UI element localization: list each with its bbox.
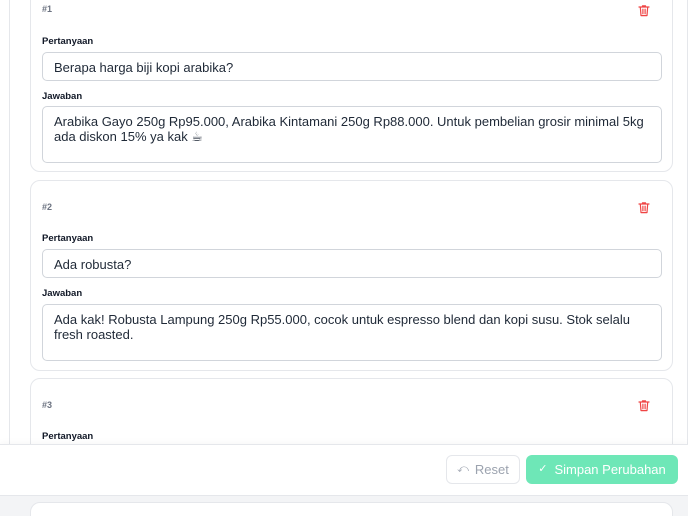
- answer-textarea[interactable]: Ada kak! Robusta Lampung 250g Rp55.000, …: [42, 304, 662, 361]
- trash-icon[interactable]: [638, 4, 650, 17]
- question-label: Pertanyaan: [42, 233, 94, 244]
- reset-label: Reset: [474, 462, 509, 477]
- question-input[interactable]: Berapa harga biji kopi arabika?: [42, 52, 662, 81]
- divider: [9, 0, 10, 516]
- faq-number: #1: [42, 4, 53, 14]
- undo-icon: ⤺: [457, 463, 469, 475]
- faq-card: [30, 502, 673, 516]
- answer-textarea[interactable]: Arabika Gayo 250g Rp95.000, Arabika Kint…: [42, 106, 662, 163]
- question-input[interactable]: Ada robusta?: [42, 249, 662, 278]
- faq-number: #2: [42, 202, 53, 212]
- faq-card: #1 Pertanyaan Berapa harga biji kopi ara…: [30, 0, 673, 172]
- answer-label: Jawaban: [42, 288, 83, 299]
- check-icon: ✓: [538, 463, 548, 475]
- save-button[interactable]: ✓ Simpan Perubahan: [526, 455, 678, 484]
- faq-number: #3: [42, 400, 53, 410]
- save-label: Simpan Perubahan: [554, 462, 666, 477]
- trash-icon[interactable]: [638, 399, 650, 412]
- answer-label: Jawaban: [42, 91, 83, 102]
- trash-icon[interactable]: [638, 201, 650, 214]
- reset-button[interactable]: ⤺ Reset: [446, 455, 520, 484]
- question-label: Pertanyaan: [42, 36, 94, 47]
- faq-card: #2 Pertanyaan Ada robusta? Jawaban Ada k…: [30, 180, 673, 371]
- question-label: Pertanyaan: [42, 431, 94, 442]
- faq-editor-page: #1 Pertanyaan Berapa harga biji kopi ara…: [0, 0, 688, 516]
